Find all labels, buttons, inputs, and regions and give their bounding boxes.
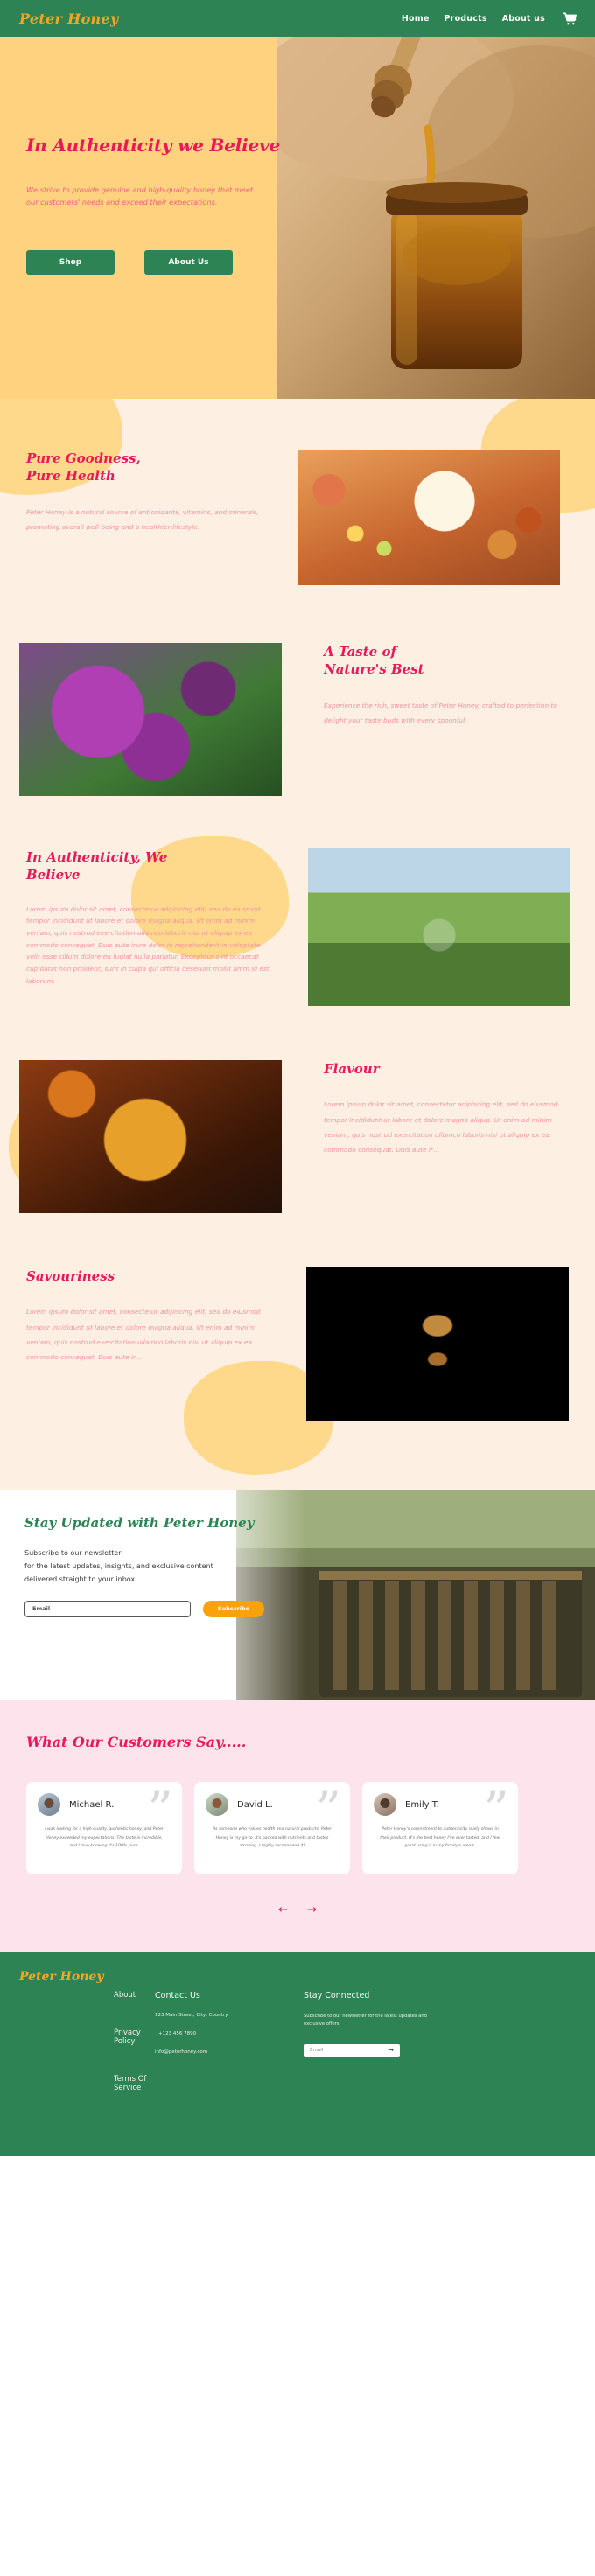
subscribe-button[interactable]: Subscribe <box>203 1600 264 1617</box>
feature-title: In Authenticity, We Believe <box>26 849 168 883</box>
features-section: Pure Goodness, Pure Health Peter Honey i… <box>0 399 595 1490</box>
cheese-board-with-honey-photo <box>298 450 560 585</box>
carousel-next-icon[interactable]: → <box>307 1904 317 1916</box>
feature-text: Savouriness Lorem ipsum dolor sit amet, … <box>0 1267 298 1365</box>
beekeeper-in-meadow-photo <box>308 848 570 1006</box>
testimonial-text: I was looking for a high-quality, authen… <box>45 1827 164 1849</box>
site-footer: Peter Honey About Privacy Policy Terms O… <box>0 1952 595 2156</box>
footer-contact-column: Contact Us 123 Main Street, City, Countr… <box>155 1991 295 2121</box>
feature-text: A Taste of Nature's Best Experience the … <box>298 643 595 728</box>
feature-body: Lorem ipsum dolor sit amet, consectetur … <box>324 1100 558 1155</box>
testimonial-text: Peter Honey's commitment to authenticity… <box>380 1827 500 1849</box>
feature-row-savouriness: Savouriness Lorem ipsum dolor sit amet, … <box>0 1213 595 1482</box>
footer-link-terms-of-service[interactable]: Terms Of Service <box>114 2075 155 2092</box>
footer-email-input[interactable] <box>310 2048 388 2054</box>
testimonial-text: As someone who values health and natural… <box>212 1827 332 1849</box>
feature-title: Pure Goodness, Pure Health <box>26 450 141 485</box>
carousel-prev-icon[interactable]: ← <box>278 1904 288 1916</box>
footer-columns: About Privacy Policy Terms Of Service Co… <box>19 1991 576 2121</box>
testimonials-section: What Our Customers Say..... ” Michael R.… <box>0 1700 595 1952</box>
testimonial-name: Michael R. <box>69 1799 115 1810</box>
feature-image-wrap <box>298 848 595 1006</box>
newsletter-email-input[interactable] <box>24 1600 191 1617</box>
feature-image-wrap <box>0 1060 298 1213</box>
testimonial-header: David L. <box>206 1793 339 1816</box>
landing-page: Peter Honey Home Products About us In Au… <box>0 0 595 2156</box>
brand-logo[interactable]: Peter Honey <box>19 10 119 27</box>
hero-subtitle: We strive to provide genuine and high-qu… <box>26 185 254 207</box>
hero-title: In Authenticity we Believe <box>26 135 280 156</box>
newsletter-title: Stay Updated with Peter Honey <box>24 1515 255 1531</box>
newsletter-subtitle: Subscribe to our newsletter for the late… <box>24 1549 214 1584</box>
testimonials-title: What Our Customers Say..... <box>26 1734 247 1750</box>
footer-phone[interactable]: +123 456 7890 <box>155 2031 295 2036</box>
footer-social-column: Stay Connected Subscribe to our newslett… <box>295 1991 470 2121</box>
footer-social-heading: Stay Connected <box>304 1991 370 2000</box>
about-us-button[interactable]: About Us <box>144 249 233 275</box>
feature-title: Flavour <box>324 1061 380 1077</box>
bee-on-purple-hyacinth-photo <box>19 643 282 796</box>
testimonial-card: ” David L. As someone who values health … <box>194 1782 350 1874</box>
main-navigation: Home Products About us <box>402 12 578 25</box>
footer-link-about[interactable]: About <box>114 1991 155 2000</box>
nav-item-products[interactable]: Products <box>444 14 487 24</box>
feature-text: Flavour Lorem ipsum dolor sit amet, cons… <box>298 1060 595 1158</box>
testimonial-carousel: ” Michael R. I was looking for a high-qu… <box>0 1782 595 1874</box>
footer-brand-logo[interactable]: Peter Honey <box>19 1970 576 1984</box>
footer-contact-heading: Contact Us <box>155 1991 200 2000</box>
arrow-right-icon[interactable]: → <box>388 2047 394 2054</box>
feature-row-authenticity: In Authenticity, We Believe Lorem ipsum … <box>0 796 595 1006</box>
feature-row-natures-best: A Taste of Nature's Best Experience the … <box>0 585 595 796</box>
shop-button[interactable]: Shop <box>26 249 115 275</box>
feature-body: Peter Honey is a natural source of antio… <box>26 507 259 531</box>
footer-email[interactable]: info@peterhoney.com <box>155 2049 295 2055</box>
feature-text: In Authenticity, We Believe Lorem ipsum … <box>0 848 298 987</box>
hero-content: In Authenticity we Believe We strive to … <box>0 37 298 275</box>
honey-dipper-on-black-photo <box>306 1267 569 1421</box>
feature-text: Pure Goodness, Pure Health Peter Honey i… <box>0 450 298 534</box>
newsletter-form: Subscribe <box>24 1600 595 1617</box>
feature-row-pure-goodness: Pure Goodness, Pure Health Peter Honey i… <box>0 399 595 585</box>
newsletter-content: Stay Updated with Peter Honey Subscribe … <box>0 1490 595 1617</box>
hero-honey-pouring-photo <box>277 37 595 399</box>
site-header: Peter Honey Home Products About us <box>0 0 595 37</box>
avatar <box>206 1793 228 1816</box>
testimonial-header: Emily T. <box>374 1793 507 1816</box>
feature-row-flavour: Flavour Lorem ipsum dolor sit amet, cons… <box>0 1006 595 1213</box>
testimonial-card: ” Emily T. Peter Honey's commitment to a… <box>362 1782 518 1874</box>
feature-body: Lorem ipsum dolor sit amet, consectetur … <box>26 1308 261 1362</box>
nav-item-home[interactable]: Home <box>402 14 430 24</box>
carousel-controls: ← → <box>0 1904 595 1916</box>
footer-link-privacy-policy[interactable]: Privacy Policy <box>114 2028 155 2046</box>
newsletter-section: Stay Updated with Peter Honey Subscribe … <box>0 1490 595 1700</box>
avatar <box>374 1793 396 1816</box>
footer-links-column: About Privacy Policy Terms Of Service <box>19 1991 155 2121</box>
shopping-cart-icon[interactable] <box>563 12 578 25</box>
testimonial-name: Emily T. <box>405 1799 439 1810</box>
testimonial-name: David L. <box>237 1799 273 1810</box>
testimonial-card: ” Michael R. I was looking for a high-qu… <box>26 1782 182 1874</box>
hero-button-group: Shop About Us <box>26 249 298 275</box>
footer-address: 123 Main Street, City, Country <box>155 2013 228 2018</box>
feature-image-wrap <box>298 450 595 585</box>
feature-image-wrap <box>298 1267 595 1421</box>
feature-body: Lorem ipsum dolor sit amet, consectetur … <box>26 904 270 985</box>
footer-subscribe-form: → <box>304 2043 400 2057</box>
feature-body: Experience the rich, sweet taste of Pete… <box>324 701 557 724</box>
feature-title: A Taste of Nature's Best <box>324 644 424 678</box>
hero-section: In Authenticity we Believe We strive to … <box>0 37 595 399</box>
testimonial-header: Michael R. <box>38 1793 171 1816</box>
avatar <box>38 1793 60 1816</box>
feature-title: Savouriness <box>26 1268 116 1284</box>
feature-image-wrap <box>0 643 298 796</box>
footer-social-subtitle: Subscribe to our newsletter for the late… <box>304 2014 427 2027</box>
nav-item-about-us[interactable]: About us <box>502 14 545 24</box>
honey-jar-with-dipper-photo <box>19 1060 282 1213</box>
